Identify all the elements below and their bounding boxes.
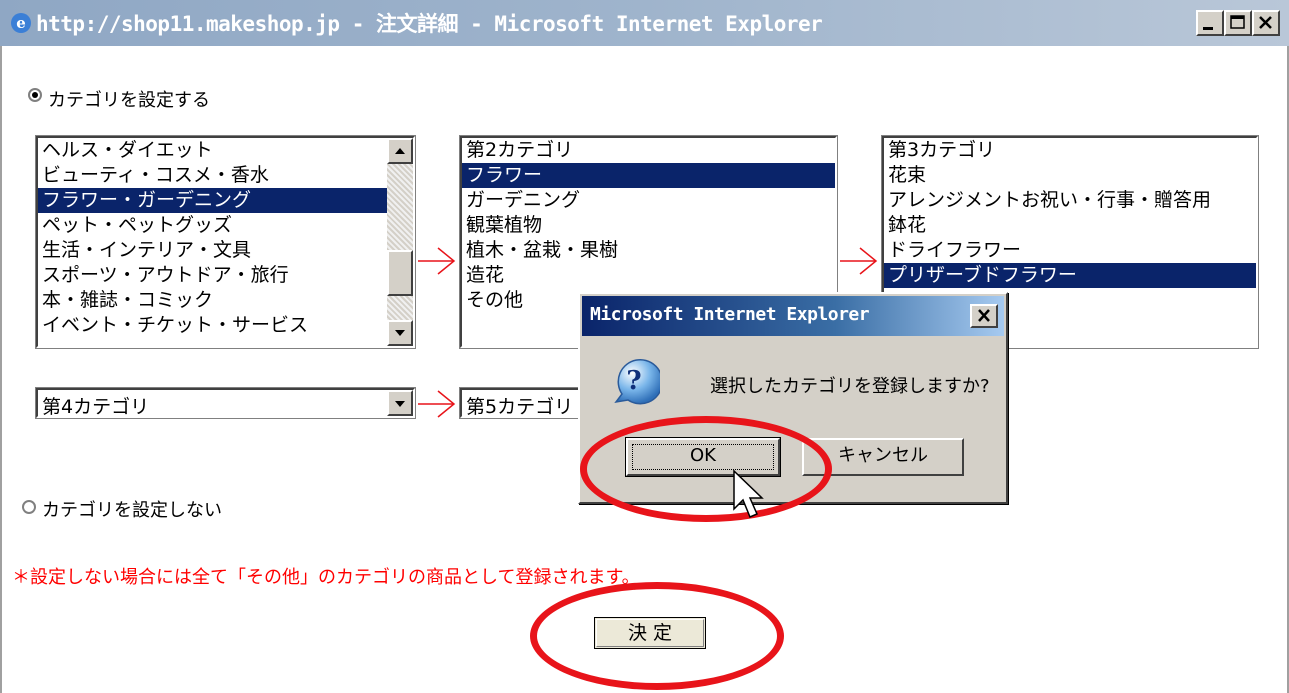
list-item[interactable]: 生活・インテリア・文具: [38, 238, 387, 263]
close-icon: [1259, 16, 1272, 29]
cancel-button-label: キャンセル: [838, 445, 928, 466]
svg-text:e: e: [16, 14, 26, 32]
radio-no-category-label: カテゴリを設定しない: [42, 500, 222, 521]
arrow-up-icon: [395, 148, 405, 154]
dropdown-button[interactable]: [387, 390, 413, 416]
list-item[interactable]: スポーツ・アウトドア・旅行: [38, 263, 387, 288]
category-list-1[interactable]: ヘルス・ダイエット ビューティ・コスメ・香水 フラワー・ガーデニング ペット・ペットグ…: [35, 135, 416, 349]
list-item[interactable]: ガーデニング: [462, 188, 835, 213]
title-bar: e http://shop11.makeshop.jp - 注文詳細 - Mic…: [0, 0, 1289, 46]
list-item[interactable]: ドライフラワー: [884, 238, 1256, 263]
list-item[interactable]: 植木・盆栽・果樹: [462, 238, 835, 263]
list2-items: 第2カテゴリ フラワー ガーデニング 観葉植物 植木・盆栽・果樹 造花 その他: [462, 138, 835, 313]
maximize-icon: [1230, 15, 1245, 29]
submit-button-label: 決 定: [627, 622, 673, 644]
minimize-button[interactable]: [1196, 10, 1224, 36]
category-select-5-value: 第5カテゴリ: [466, 396, 574, 418]
radio-no-category[interactable]: [22, 500, 36, 514]
mouse-cursor-icon: [733, 469, 764, 518]
browser-window: e http://shop11.makeshop.jp - 注文詳細 - Mic…: [0, 0, 1289, 693]
list-item[interactable]: 本・雑誌・コミック: [38, 288, 387, 313]
list-item[interactable]: 造花: [462, 263, 835, 288]
list3-items: 第3カテゴリ 花束 アレンジメントお祝い・行事・贈答用 鉢花 ドライフラワー プリザーブド…: [884, 138, 1256, 288]
submit-button[interactable]: 決 定: [594, 617, 706, 649]
scroll-thumb[interactable]: [387, 250, 413, 296]
dialog-title: Microsoft Internet Explorer: [590, 304, 870, 325]
list-item[interactable]: イベント・チケット・サービス: [38, 313, 387, 338]
ok-button-label: OK: [690, 445, 716, 466]
list-item[interactable]: アレンジメントお祝い・行事・贈答用: [884, 188, 1256, 213]
list-item[interactable]: 鉢花: [884, 213, 1256, 238]
arrow-right-icon: [418, 247, 456, 275]
close-icon: [978, 309, 990, 322]
list-item[interactable]: ヘルス・ダイエット: [38, 138, 387, 163]
warning-note: ＊設定しない場合には全て「その他」のカテゴリの商品として登録されます。: [12, 567, 640, 588]
list-item[interactable]: プリザーブドフラワー: [884, 263, 1256, 288]
maximize-button[interactable]: [1224, 10, 1252, 36]
svg-text:?: ?: [626, 366, 641, 396]
list-item[interactable]: ペット・ペットグッズ: [38, 213, 387, 238]
list1-items: ヘルス・ダイエット ビューティ・コスメ・香水 フラワー・ガーデニング ペット・ペットグ…: [38, 138, 413, 338]
list-item[interactable]: 第2カテゴリ: [462, 138, 835, 163]
list-item[interactable]: 観葉植物: [462, 213, 835, 238]
window-frame-left: [0, 46, 10, 693]
scroll-down-button[interactable]: [387, 320, 413, 346]
cancel-button[interactable]: キャンセル: [802, 438, 964, 476]
list-item[interactable]: フラワー・ガーデニング: [38, 188, 387, 213]
ie-logo-icon: e: [11, 13, 31, 33]
window-title: http://shop11.makeshop.jp - 注文詳細 - Micro…: [36, 12, 823, 36]
close-button[interactable]: [1252, 10, 1280, 36]
list-item[interactable]: 第3カテゴリ: [884, 138, 1256, 163]
category-select-4[interactable]: 第4カテゴリ: [35, 387, 416, 419]
list-item[interactable]: フラワー: [462, 163, 835, 188]
minimize-icon: [1203, 27, 1213, 30]
radio-set-category[interactable]: [28, 88, 42, 102]
radio-set-category-label: カテゴリを設定する: [48, 90, 210, 111]
confirm-dialog: Microsoft Internet Explorer ? 選択したカテゴリを登…: [578, 292, 1008, 504]
dialog-close-button[interactable]: [970, 304, 998, 328]
arrow-right-icon: [840, 247, 878, 275]
list-item[interactable]: 花束: [884, 163, 1256, 188]
list1-scrollbar[interactable]: [387, 138, 413, 346]
arrow-down-icon: [395, 330, 405, 336]
list-item[interactable]: ビューティ・コスメ・香水: [38, 163, 387, 188]
question-icon: ?: [614, 359, 660, 405]
arrow-right-icon: [418, 390, 456, 418]
window-frame-right: [1279, 46, 1289, 693]
chevron-down-icon: [395, 401, 405, 407]
category-select-4-value: 第4カテゴリ: [42, 396, 150, 418]
scroll-up-button[interactable]: [387, 138, 413, 164]
dialog-message: 選択したカテゴリを登録しますか?: [710, 376, 990, 397]
dialog-title-bar: Microsoft Internet Explorer: [582, 296, 1004, 336]
